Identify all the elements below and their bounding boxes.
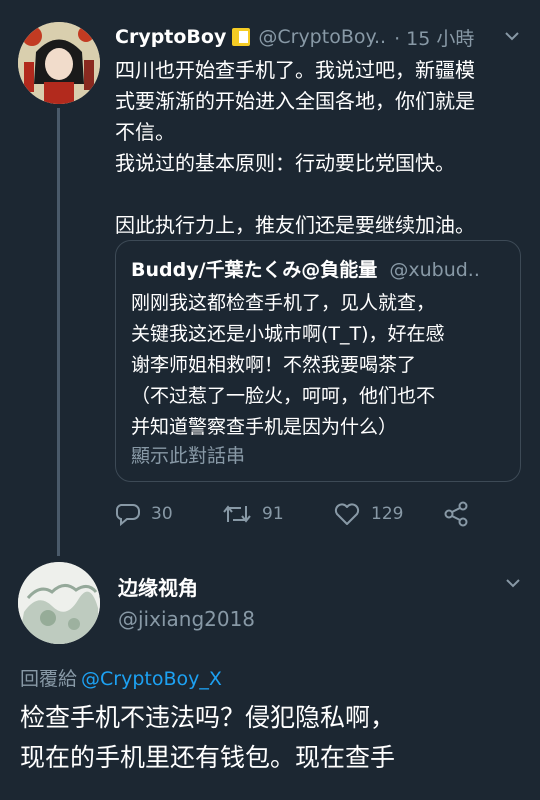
flag-badge-icon — [232, 28, 251, 46]
tweet-text-line: 不信。 — [115, 120, 175, 144]
tweet-text-line: 四川也开始查手机了。我说过吧，新疆模 — [115, 58, 475, 82]
quoted-text-line: 谢李师姐相救啊！不然我要喝茶了 — [131, 354, 417, 376]
tweet-timestamp[interactable]: · 15 小時 — [394, 24, 474, 51]
quoted-tweet-header: Buddy/千葉たくみ@負能量 @xubud.. — [131, 255, 511, 282]
quoted-text-line: 并知道警察查手机是因为什么） — [131, 416, 398, 438]
avatar[interactable] — [18, 562, 100, 644]
replying-to-label: 回覆給 — [20, 668, 78, 690]
mention-link[interactable]: @CryptoBoy_X — [81, 668, 222, 690]
reply-text-line: 现在的手机里还有钱包。现在查手 — [20, 743, 396, 772]
tweet-text-line: 我说过的基本原则：行动要比党国快。 — [115, 151, 455, 175]
quoted-text-line: 刚刚我这都检查手机了，见人就查， — [131, 292, 436, 314]
show-thread-link[interactable]: 顯示此對話串 — [131, 441, 245, 468]
quoted-author-handle: @xubud.. — [389, 259, 480, 281]
author-handle[interactable]: @CryptoBoy.. — [258, 26, 386, 48]
quoted-text-line: （不过惹了一脸火，呵呵，他们也不 — [131, 385, 436, 407]
tweet-text-line: 因此执行力上，推友们还是要继续加油。 — [115, 213, 475, 237]
avatar[interactable] — [18, 22, 100, 104]
reply-text: 检查手机不违法吗？侵犯隐私啊， 现在的手机里还有钱包。现在查手 — [20, 698, 530, 778]
quoted-author-name: Buddy/千葉たくみ@負能量 — [131, 259, 378, 281]
share-icon — [444, 501, 468, 527]
reply-count: 30 — [151, 504, 173, 524]
chevron-down-icon[interactable] — [505, 575, 521, 591]
quoted-tweet-text: 刚刚我这都检查手机了，见人就查， 关键我这还是小城市啊(T_T)，好在感 谢李师… — [131, 288, 511, 443]
reply-text-line: 检查手机不违法吗？侵犯隐私啊， — [20, 703, 396, 732]
thread-connector — [57, 108, 60, 556]
retweet-button[interactable]: 91 — [222, 499, 284, 529]
quoted-text-line: 关键我这还是小城市啊(T_T)，好在感 — [131, 323, 445, 345]
heart-icon — [334, 503, 360, 525]
tweet-actions: 30 91 129 — [115, 499, 535, 529]
reply-author-handle[interactable]: @jixiang2018 — [118, 607, 255, 631]
reply-icon — [116, 504, 140, 526]
tweet-text-line: 式要渐渐的开始进入全国各地，你们就是 — [115, 89, 475, 113]
reply-button[interactable]: 30 — [115, 499, 173, 529]
author-name[interactable]: CryptoBoy — [115, 26, 226, 48]
replying-to: 回覆給 @CryptoBoy_X — [20, 664, 222, 691]
chevron-down-icon[interactable] — [504, 28, 520, 44]
share-button[interactable] — [443, 499, 479, 529]
like-button[interactable]: 129 — [333, 499, 403, 529]
reply-author-name[interactable]: 边缘视角 — [118, 572, 198, 601]
quoted-tweet-card[interactable]: Buddy/千葉たくみ@負能量 @xubud.. 刚刚我这都检查手机了，见人就查… — [115, 240, 521, 482]
timeline: CryptoBoy @CryptoBoy.. · 15 小時 四川也开始查手机了… — [0, 0, 540, 800]
tweet-text: 四川也开始查手机了。我说过吧，新疆模 式要渐渐的开始进入全国各地，你们就是 不信… — [115, 55, 530, 241]
retweet-count: 91 — [262, 504, 284, 524]
retweet-icon — [223, 505, 251, 523]
tweet-header: CryptoBoy @CryptoBoy.. · 15 小時 — [115, 22, 530, 52]
like-count: 129 — [371, 504, 404, 524]
